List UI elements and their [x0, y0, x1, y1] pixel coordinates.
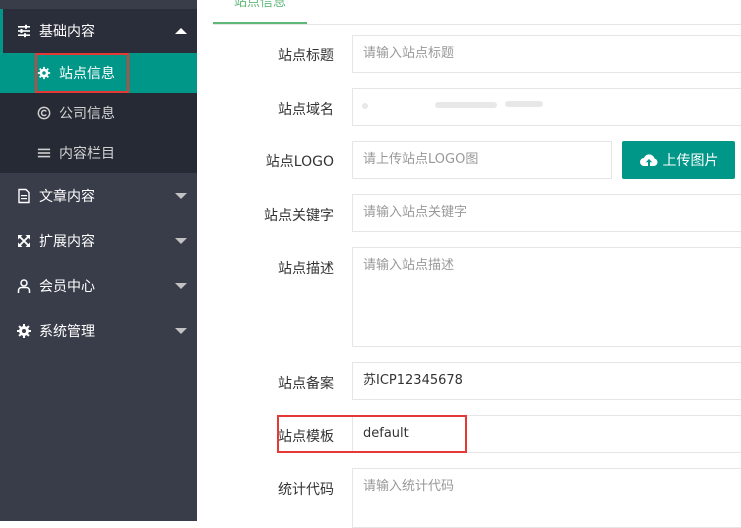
redacted-text: [435, 102, 497, 108]
cloud-upload-icon: [639, 154, 657, 166]
site-logo-label: 站点LOGO: [265, 154, 334, 170]
gear-icon: [17, 324, 31, 338]
nav-group-basic-content[interactable]: 基础内容: [0, 9, 197, 53]
tab-site-info[interactable]: 站点信息: [213, 0, 307, 24]
site-template-label: 站点模板: [278, 429, 334, 445]
site-icp-input[interactable]: 苏ICP12345678: [352, 362, 741, 400]
chevron-down-icon: [175, 193, 187, 199]
document-icon: [18, 188, 30, 204]
nav-group-system[interactable]: 系统管理: [0, 309, 197, 353]
nav-group-label: 文章内容: [39, 189, 95, 205]
nav-group-articles[interactable]: 文章内容: [0, 174, 197, 218]
nav-group-label: 基础内容: [39, 24, 95, 40]
site-icp-label: 站点备案: [278, 376, 334, 392]
chevron-down-icon: [175, 238, 187, 244]
upload-image-button[interactable]: 上传图片: [622, 141, 735, 179]
tab-bar: 站点信息: [213, 0, 741, 25]
site-title-label: 站点标题: [278, 48, 334, 64]
stats-code-label: 统计代码: [278, 482, 334, 498]
main-content: 站点信息 站点标题 请输入站点标题 站点域名 站点LOGO 请上传站点LOGO图…: [197, 0, 741, 528]
chevron-down-icon: [175, 283, 187, 289]
stats-code-textarea[interactable]: 请输入统计代码: [352, 468, 741, 528]
nav-group-extensions[interactable]: 扩展内容: [0, 219, 197, 263]
chevron-down-icon: [175, 328, 187, 334]
menu-icon: [37, 148, 51, 158]
sub-item-content-columns[interactable]: 内容栏目: [0, 133, 197, 173]
site-logo-input[interactable]: 请上传站点LOGO图: [352, 141, 612, 179]
sidebar: 基础内容 站点信息 公司信息 内容栏目 文章内容 扩展内容 会员中心 系统管理: [0, 0, 197, 521]
site-template-input[interactable]: default: [352, 415, 741, 453]
site-domain-input[interactable]: [352, 88, 741, 126]
sub-item-site-info[interactable]: 站点信息: [0, 53, 197, 93]
chevron-up-icon: [175, 28, 187, 34]
sliders-icon: [18, 24, 30, 38]
gear-icon: [37, 66, 51, 80]
sub-item-label: 站点信息: [59, 66, 115, 82]
expand-icon: [18, 235, 30, 247]
site-title-input[interactable]: 请输入站点标题: [352, 35, 741, 73]
redacted-text: [362, 103, 368, 109]
sub-item-label: 公司信息: [59, 106, 115, 122]
nav-group-label: 会员中心: [39, 279, 95, 295]
nav-group-label: 扩展内容: [39, 234, 95, 250]
site-domain-label: 站点域名: [278, 102, 334, 118]
upload-button-label: 上传图片: [662, 153, 719, 169]
site-keywords-input[interactable]: 请输入站点关键字: [352, 194, 741, 232]
site-description-textarea[interactable]: 请输入站点描述: [352, 247, 741, 347]
copyright-icon: [37, 106, 51, 120]
nav-group-members[interactable]: 会员中心: [0, 264, 197, 308]
sub-item-company-info[interactable]: 公司信息: [0, 93, 197, 133]
sub-item-label: 内容栏目: [59, 146, 115, 162]
site-keywords-label: 站点关键字: [264, 208, 334, 224]
user-icon: [17, 279, 31, 293]
site-description-label: 站点描述: [278, 261, 334, 277]
redacted-text: [505, 101, 543, 107]
nav-group-label: 系统管理: [39, 324, 95, 340]
